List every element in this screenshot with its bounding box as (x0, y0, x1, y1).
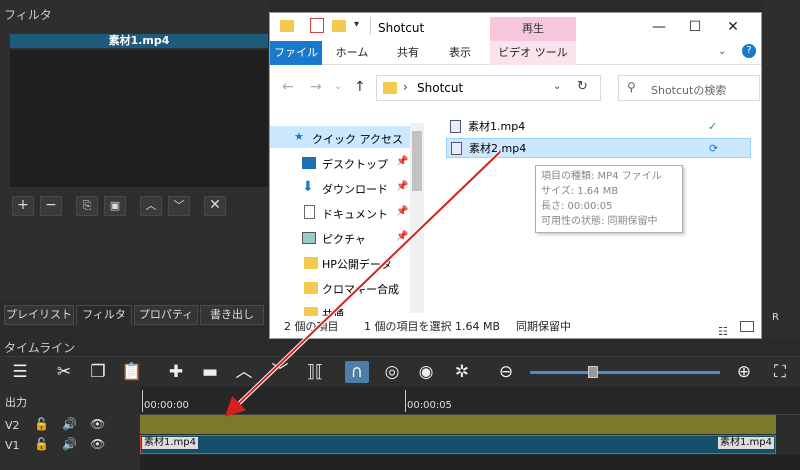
drag-arrow-line (224, 151, 501, 417)
drag-arrow (224, 150, 502, 417)
